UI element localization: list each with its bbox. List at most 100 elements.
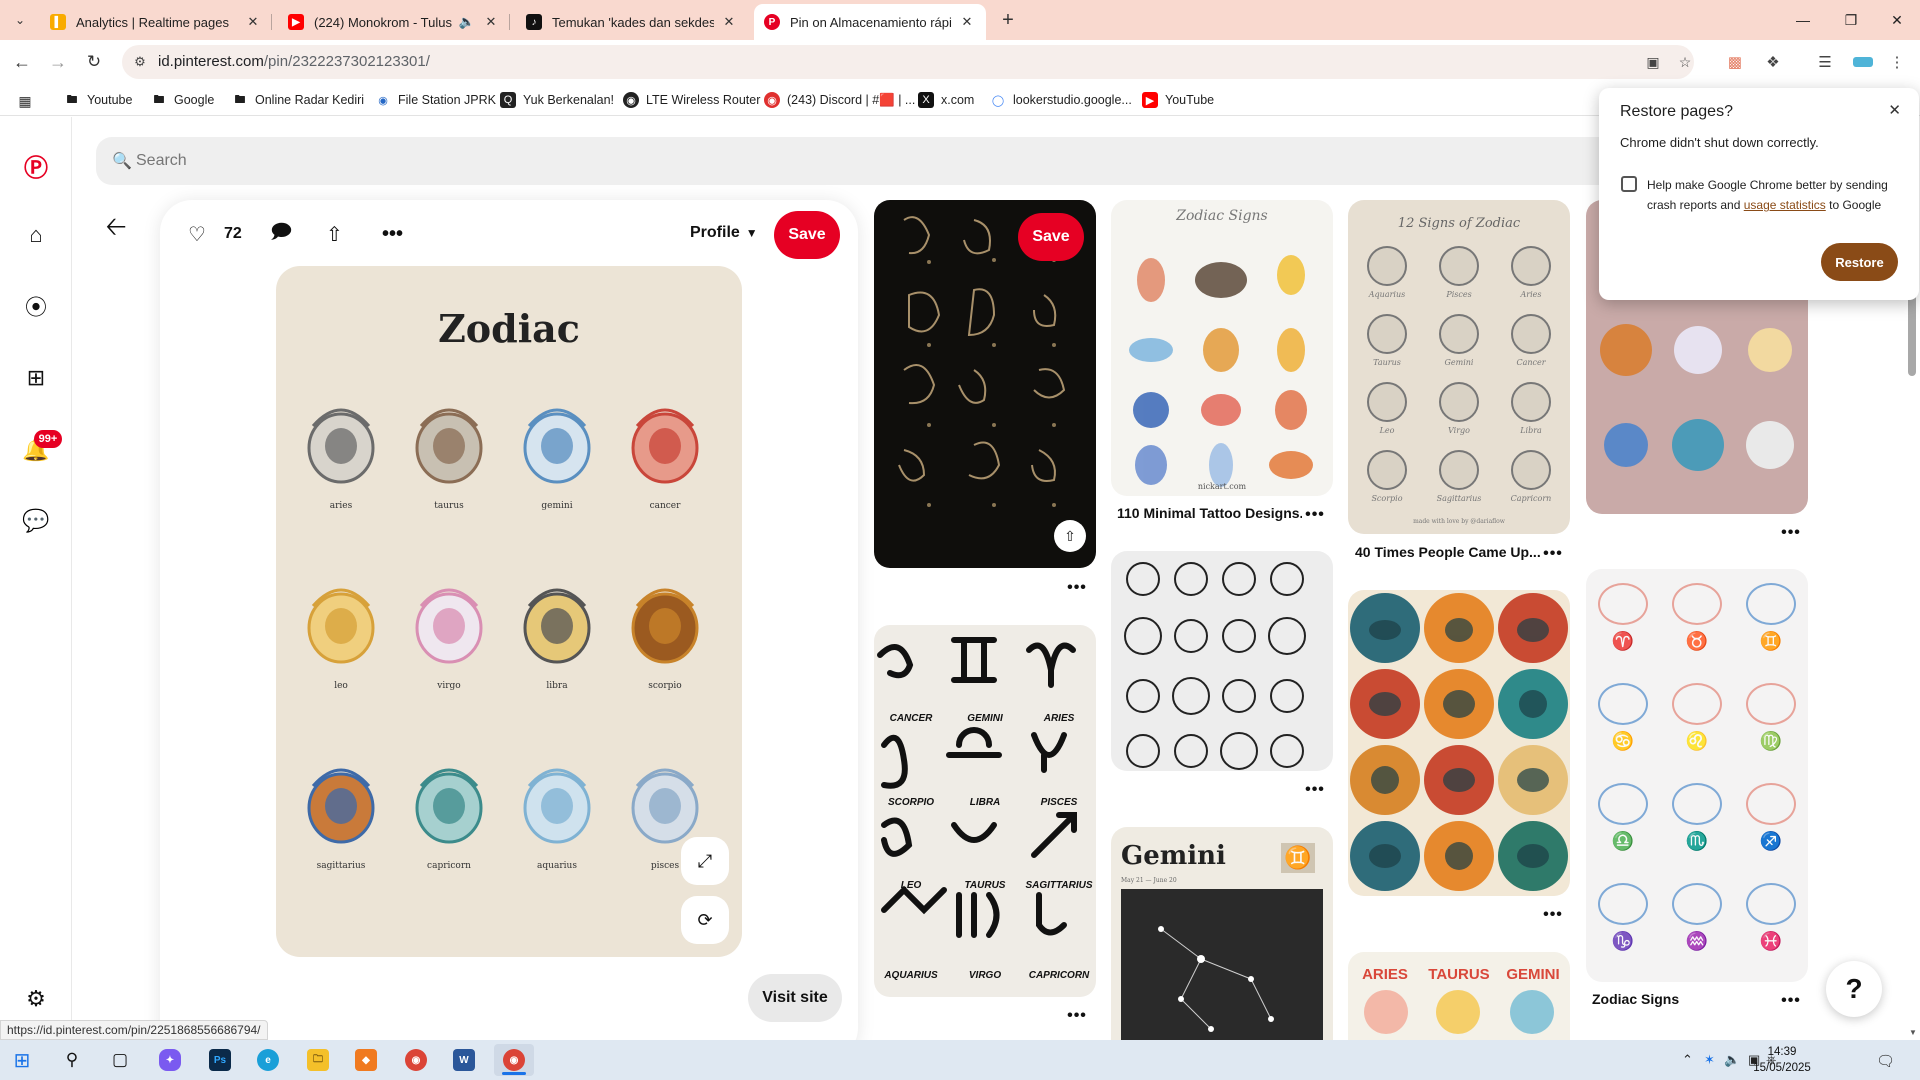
close-icon[interactable]: ✕	[958, 13, 976, 31]
bookmark-google-folder[interactable]: 🖿 Google	[151, 90, 215, 110]
reload-icon[interactable]: ↻	[80, 48, 108, 76]
profile-board-dropdown[interactable]: Profile ▼	[690, 224, 758, 242]
task-view-icon[interactable]: ▢	[100, 1044, 140, 1076]
address-bar[interactable]: ⚙ id.pinterest.com/pin/2322237302123301/…	[122, 45, 1694, 79]
back-arrow-icon[interactable]: ←	[8, 48, 36, 76]
copilot-icon[interactable]: ✦	[150, 1044, 190, 1076]
visit-site-button[interactable]: Visit site	[748, 974, 842, 1022]
tab-youtube[interactable]: ▶ (224) Monokrom - Tulus | L 🔈 ✕	[278, 4, 510, 40]
restore-window-icon[interactable]: ❐	[1828, 0, 1874, 40]
notification-center-icon[interactable]: 🗨	[1876, 1052, 1895, 1070]
restore-button[interactable]: Restore	[1821, 243, 1898, 281]
messages-icon[interactable]: 💬	[20, 505, 52, 537]
grid-pin-minimal-tattoo[interactable]: Zodiac Signs nickart.com	[1111, 200, 1333, 496]
tab-analytics[interactable]: ▌ Analytics | Realtime pages ✕	[40, 4, 272, 40]
chrome-active-icon[interactable]: ◉	[494, 1044, 534, 1076]
tab-tiktok[interactable]: ♪ Temukan 'kades dan sekdes vira ✕	[516, 4, 748, 40]
windows-start-icon[interactable]: ⊞	[2, 1044, 42, 1076]
photoshop-icon[interactable]: Ps	[200, 1044, 240, 1076]
settings-gear-icon[interactable]: ⚙	[20, 983, 52, 1015]
media-control-icon[interactable]: ☰	[1812, 49, 1838, 75]
expand-icon[interactable]: ⤢	[681, 837, 729, 885]
close-icon[interactable]: ✕	[1888, 101, 1901, 119]
save-button[interactable]: Save	[774, 211, 840, 259]
site-info-icon[interactable]: ⚙	[130, 52, 150, 72]
close-icon[interactable]: ✕	[720, 13, 738, 31]
more-options-icon[interactable]: •••	[1541, 906, 1565, 923]
bookmark-discord[interactable]: ◉ (243) Discord | #🟥 | ...	[764, 90, 915, 110]
close-icon[interactable]: ✕	[482, 13, 500, 31]
tab-pinterest[interactable]: P Pin on Almacenamiento rápido ✕	[754, 4, 986, 40]
extensions-puzzle-icon[interactable]: ❖	[1760, 49, 1786, 75]
heart-icon[interactable]: ♡	[188, 222, 206, 246]
app-orange-icon[interactable]: ◆	[346, 1044, 386, 1076]
grid-save-button[interactable]: Save	[1018, 213, 1084, 261]
help-button[interactable]: ?	[1826, 961, 1882, 1017]
comment-icon[interactable]: 🗩	[270, 221, 292, 246]
create-plus-icon[interactable]: ⊞	[20, 362, 52, 394]
bookmark-star-icon[interactable]: ☆	[1675, 52, 1695, 72]
profile-avatar[interactable]	[1848, 49, 1878, 75]
bookmark-file-station[interactable]: ◉ File Station JPRK	[375, 90, 496, 110]
extension-red-icon[interactable]: ▩	[1722, 49, 1748, 75]
pinterest-logo-icon[interactable]: Ⓟ	[20, 149, 52, 182]
more-options-icon[interactable]: •••	[1065, 579, 1089, 596]
more-options-icon[interactable]: •••	[1779, 524, 1803, 541]
word-icon[interactable]: W	[444, 1044, 484, 1076]
grid-pin-title[interactable]: Zodiac Signs	[1592, 991, 1772, 1007]
crash-report-checkbox[interactable]	[1621, 176, 1637, 192]
pin-image[interactable]: Zodiac aries taurus gemini cancer leo virgo li…	[276, 266, 742, 957]
more-options-icon[interactable]: •••	[1303, 781, 1327, 798]
more-options-icon[interactable]: •••	[1541, 545, 1565, 562]
chrome-icon[interactable]: ◉	[396, 1044, 436, 1076]
apps-grid-icon[interactable]: ▦	[16, 92, 34, 110]
grid-pin-cartoon-signs[interactable]: ARIES TAURUS GEMINI	[1348, 952, 1570, 1040]
forward-arrow-icon[interactable]: →	[44, 48, 72, 76]
grid-pin-gemini[interactable]: Gemini ♊ May 21 — June 20	[1111, 827, 1333, 1040]
bookmark-youtube[interactable]: ▶ YouTube	[1142, 90, 1214, 110]
grid-pin-12-signs[interactable]: 12 Signs of Zodiac Aquarius Pisces Aries Ta…	[1348, 200, 1570, 534]
visual-search-icon[interactable]: ⟳	[681, 896, 729, 944]
search-icon[interactable]: ⚲	[52, 1044, 92, 1076]
grid-pin-zodiac-symbols[interactable]: CANCER GEMINI ARIES SCORPIO LIBRA PISCES LEO TA…	[874, 625, 1096, 997]
close-icon[interactable]: ✕	[244, 13, 262, 31]
home-icon[interactable]: ⌂	[20, 219, 52, 251]
speaker-icon[interactable]: 🔈	[1724, 1052, 1740, 1068]
bookmark-youtube-folder[interactable]: 🖿 Youtube	[64, 90, 133, 110]
more-options-icon[interactable]: •••	[1779, 992, 1803, 1009]
search-input[interactable]: 🔍 Search	[96, 137, 1656, 185]
scrollbar-thumb[interactable]	[1908, 292, 1916, 376]
scroll-down-arrow-icon[interactable]: ▼	[1909, 1028, 1917, 1037]
bluetooth-icon[interactable]: ✶	[1704, 1052, 1715, 1068]
grid-pin-colorful-circles[interactable]	[1348, 590, 1570, 896]
back-arrow-icon[interactable]: 🡠	[102, 211, 130, 244]
more-options-icon[interactable]: •••	[1303, 506, 1327, 523]
share-icon[interactable]: ⇧	[1054, 520, 1086, 552]
close-window-icon[interactable]: ✕	[1874, 0, 1920, 40]
more-options-icon[interactable]: •••	[1065, 1007, 1089, 1024]
grid-pin-bw-zodiac-sketch[interactable]	[1111, 551, 1333, 771]
taskbar-clock[interactable]: 14:39 15/05/2025	[1742, 1044, 1822, 1076]
chrome-menu-icon[interactable]: ⋮	[1884, 49, 1910, 75]
new-tab-plus-icon[interactable]: +	[994, 6, 1022, 34]
install-app-icon[interactable]: ▣	[1643, 52, 1663, 72]
grid-pin-title[interactable]: 110 Minimal Tattoo Designs...	[1117, 505, 1302, 521]
explore-compass-icon[interactable]: ⦿	[20, 290, 52, 322]
sign-name: taurus	[434, 501, 464, 511]
tab-search-chevron-icon[interactable]: ⌄	[7, 8, 33, 32]
bookmark-x[interactable]: Xx.com	[918, 90, 974, 110]
tray-chevron-icon[interactable]: ⌃	[1682, 1052, 1693, 1068]
speaker-icon[interactable]: 🔈	[458, 13, 476, 31]
bookmark-yuk-berkenalan[interactable]: Q Yuk Berkenalan!	[500, 90, 614, 110]
usage-statistics-link[interactable]: usage statistics	[1744, 198, 1826, 212]
minimize-icon[interactable]: —	[1780, 0, 1826, 40]
bookmark-lte-router[interactable]: ◉ LTE Wireless Router	[623, 90, 760, 110]
file-explorer-icon[interactable]: 🗀	[298, 1044, 338, 1076]
bookmark-lookerstudio[interactable]: ◯ lookerstudio.google...	[990, 90, 1132, 110]
share-icon[interactable]: ⇧	[326, 222, 343, 246]
grid-pin-title[interactable]: 40 Times People Came Up...	[1355, 544, 1540, 560]
bookmark-online-radar-folder[interactable]: 🖿 Online Radar Kediri	[232, 90, 365, 110]
more-options-icon[interactable]: •••	[382, 222, 403, 246]
edge-icon[interactable]: e	[248, 1044, 288, 1076]
grid-pin-zodiac-signs-lineart[interactable]: ♈ ♉ ♊ ♋ ♌ ♍ ♎ ♏ ♐ ♑ ♒ ♓	[1586, 569, 1808, 982]
